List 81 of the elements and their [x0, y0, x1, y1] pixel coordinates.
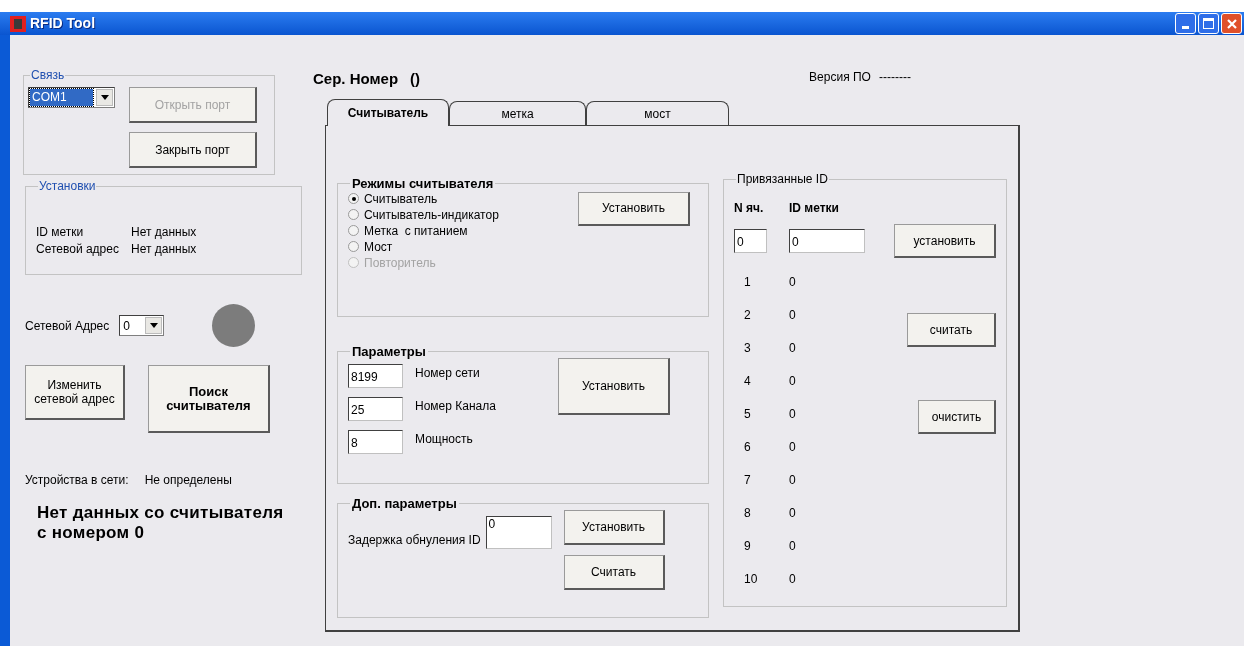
input-field[interactable]: 0 — [789, 229, 865, 253]
group-title: Установки — [38, 178, 97, 195]
set-button[interactable]: Установить — [578, 191, 690, 226]
table-cell-text: 0 — [789, 570, 796, 588]
group-title: Привязанные ID — [736, 171, 829, 188]
port-button[interactable]: Закрыть порт — [129, 132, 257, 168]
minimize-button[interactable] — [1175, 13, 1196, 34]
table-cell-text: 4 — [743, 372, 752, 390]
setting-value: Нет данных — [131, 224, 197, 240]
table-cell-text: 0 — [789, 273, 796, 291]
combo-value: COM1 — [30, 89, 93, 106]
field-label: Номер Канала — [415, 397, 496, 415]
devices-value: Не определены — [144, 472, 232, 489]
radio-button[interactable] — [348, 209, 359, 220]
field-label: Номер сети — [415, 364, 480, 382]
column-header: ID метки — [789, 200, 839, 217]
table-cell-text: 0 — [789, 339, 796, 357]
tab[interactable]: Считыватель — [327, 99, 449, 126]
table-cell-text: 0 — [789, 438, 796, 456]
group-title: Доп. параметры — [351, 495, 458, 513]
field-label: Сетевой Адрес — [25, 317, 110, 335]
table-cell-text: 0 — [789, 306, 796, 324]
input-field[interactable]: 8199 — [348, 363, 403, 388]
action-button[interactable]: Считать — [563, 554, 665, 590]
input-field[interactable]: 8 — [348, 429, 403, 454]
table-cell-text: 10 — [743, 570, 759, 588]
input-field[interactable]: 0 — [485, 515, 552, 549]
serial-label: Сер. Номер — [313, 69, 399, 89]
firmware-label: Версия ПО — [809, 69, 871, 86]
column-header: N яч. — [734, 200, 765, 217]
table-cell-text: 0 — [789, 471, 796, 489]
close-icon — [1225, 17, 1238, 30]
field-label: Задержка обнуления ID — [348, 531, 481, 549]
radio-option[interactable]: Метка с питанием — [348, 222, 568, 239]
close-button[interactable] — [1221, 13, 1242, 34]
tab[interactable]: метка — [449, 101, 586, 125]
setting-label: ID метки — [36, 224, 85, 240]
radio-button[interactable] — [348, 193, 359, 204]
set-button[interactable]: Установить — [558, 357, 670, 415]
group-title: Режимы считывателя — [351, 175, 495, 193]
table-cell-text: 6 — [743, 438, 752, 456]
action-button[interactable]: считать — [907, 313, 996, 347]
radio-option[interactable]: Мост — [348, 238, 568, 255]
table-cell-text: 9 — [743, 537, 752, 555]
input-field[interactable]: 25 — [348, 396, 403, 421]
radio-button[interactable] — [348, 241, 359, 252]
status-indicator-icon — [212, 304, 256, 347]
setting-label: Сетевой адрес — [36, 241, 120, 257]
action-button[interactable]: установить — [894, 224, 996, 258]
setting-value: Нет данных — [131, 241, 197, 257]
window-title: RFID Tool — [30, 14, 96, 33]
table-cell-text: 1 — [743, 273, 752, 291]
table-cell-text: 0 — [789, 504, 796, 522]
action-button[interactable]: Установить — [563, 509, 665, 545]
radio-button[interactable] — [348, 225, 359, 236]
table-cell-text: 0 — [789, 372, 796, 390]
radio-option[interactable]: Считыватель — [348, 190, 568, 207]
table-cell-text: 2 — [743, 306, 752, 324]
change-address-button[interactable]: Изменить сетевой адрес — [25, 365, 125, 420]
maximize-button[interactable] — [1198, 13, 1219, 34]
firmware-value: -------- — [878, 69, 911, 86]
serial-value: () — [410, 69, 421, 89]
field-label: Мощность — [415, 430, 473, 448]
input-field[interactable]: 0 — [734, 229, 767, 253]
table-cell-text: 3 — [743, 339, 752, 357]
status-message: Нет данных со считывателя с номером 0 — [37, 503, 285, 543]
search-reader-button[interactable]: Поиск считывателя — [148, 365, 270, 433]
group-title: Связь — [30, 67, 66, 84]
table-cell-text: 0 — [789, 537, 796, 555]
table-cell-text: 5 — [743, 405, 752, 423]
table-cell-text: 7 — [743, 471, 752, 489]
app-icon — [10, 15, 26, 32]
tab[interactable]: мост — [586, 101, 729, 125]
table-cell-text: 8 — [743, 504, 752, 522]
table-cell-text: 0 — [789, 405, 796, 423]
port-combo[interactable]: COM1 — [28, 87, 115, 108]
address-combo[interactable]: 0 — [119, 315, 165, 336]
devices-label: Устройства в сети: — [25, 472, 129, 489]
action-button[interactable]: очистить — [918, 400, 996, 434]
group-title: Параметры — [351, 343, 427, 361]
radio-option[interactable]: Считыватель-индикатор — [348, 206, 568, 223]
